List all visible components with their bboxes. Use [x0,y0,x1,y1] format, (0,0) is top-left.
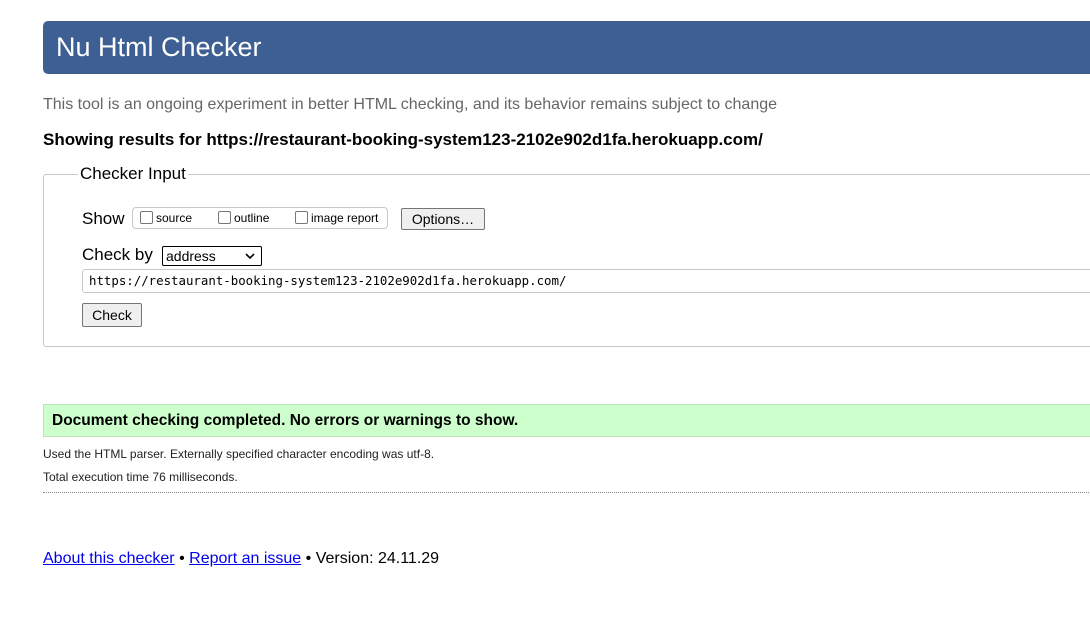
execution-time: Total execution time 76 milliseconds. [43,470,238,484]
report-issue-link[interactable]: Report an issue [189,550,301,567]
checker-input-legend: Checker Input [78,164,188,184]
options-button[interactable]: Options… [401,208,485,230]
source-checkbox-label: source [156,211,193,225]
page-header: Nu Html Checker [43,21,1090,74]
about-link[interactable]: About this checker [43,550,175,567]
footer-separator: • [305,550,312,567]
check-by-selected-value: address [166,248,216,264]
show-source-option[interactable]: source [140,209,192,227]
check-by-select[interactable]: address [162,246,262,266]
success-message-box: Document checking completed. No errors o… [43,404,1090,437]
results-heading: Showing results for https://restaurant-b… [43,130,763,149]
show-image-report-option[interactable]: image report [295,209,378,227]
check-button[interactable]: Check [82,303,142,327]
footer-separator: • [179,550,185,567]
image-report-checkbox-label: image report [311,211,379,225]
show-outline-option[interactable]: outline [218,209,269,227]
page-title: Nu Html Checker [56,32,262,62]
success-message: Document checking completed. No errors o… [52,412,519,429]
chevron-down-icon [245,253,255,260]
parser-info: Used the HTML parser. Externally specifi… [43,447,435,461]
source-checkbox[interactable] [140,210,153,224]
show-label: Show [82,209,125,228]
outline-checkbox-label: outline [234,211,270,225]
intro-text: This tool is an ongoing experiment in be… [43,96,778,113]
check-by-label: Check by [82,245,153,264]
outline-checkbox[interactable] [218,210,231,224]
url-input[interactable]: https://restaurant-booking-system123-210… [82,269,1090,293]
image-report-checkbox[interactable] [295,210,308,224]
footer: About this checker • Report an issue • V… [43,549,439,569]
divider [43,492,1090,493]
version-text: Version: 24.11.29 [315,550,440,567]
